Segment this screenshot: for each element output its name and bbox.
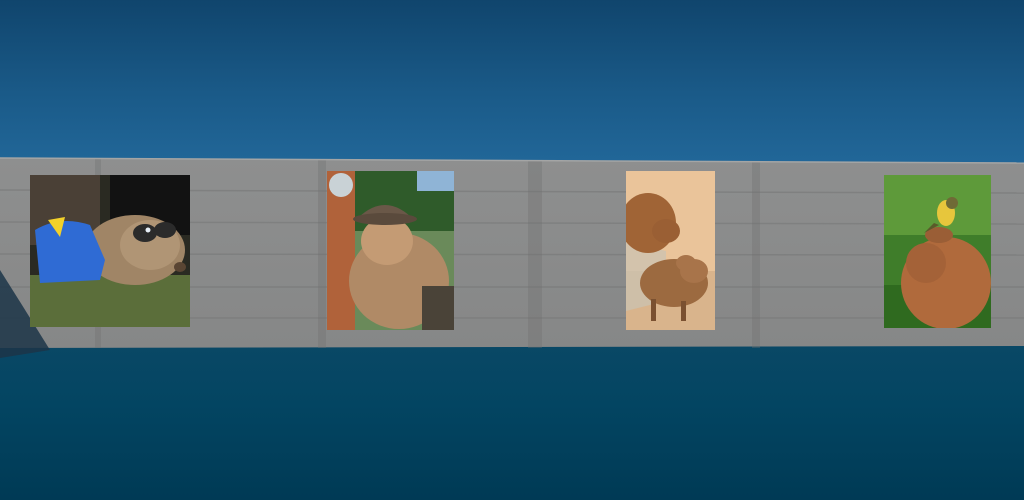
painting-capybara-hat[interactable]: [327, 171, 454, 330]
3d-gallery-scene[interactable]: [0, 0, 1024, 500]
capybara-photo-icon: [884, 175, 991, 328]
capybara-photo-icon: [327, 171, 454, 330]
capybara-photo-icon: [626, 171, 715, 330]
painting-capybara-batman[interactable]: [30, 175, 190, 327]
painting-capybara-family[interactable]: [626, 171, 715, 330]
painting-capybara-bird[interactable]: [884, 175, 991, 328]
capybara-photo-icon: [30, 175, 190, 327]
